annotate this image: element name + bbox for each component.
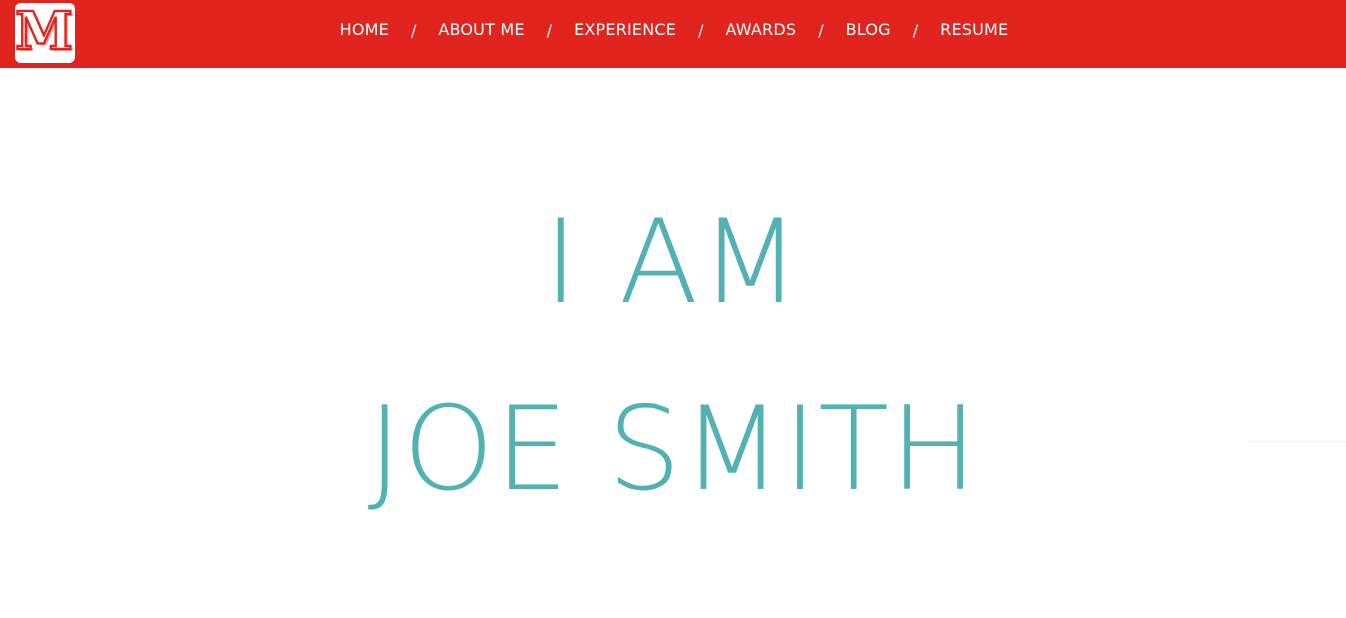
nav-home[interactable]: HOME (340, 20, 389, 40)
divider (1248, 441, 1346, 442)
hero-name-text: JOE SMITH (367, 382, 979, 517)
nav-awards[interactable]: AWARDS (725, 20, 796, 40)
nav-blog[interactable]: BLOG (846, 20, 891, 40)
nav-experience[interactable]: EXPERIENCE (574, 20, 676, 40)
hero-intro-text: I AM (543, 195, 803, 330)
nav-separator: / (912, 20, 919, 40)
nav-about-me[interactable]: ABOUT ME (438, 20, 524, 40)
main-nav: HOME / ABOUT ME / EXPERIENCE / AWARDS / … (0, 0, 1346, 68)
nav-separator: / (410, 20, 417, 40)
nav-separator: / (818, 20, 824, 40)
site-header: M M HOME / ABOUT ME / EXPERIENCE / AWARD… (0, 0, 1346, 68)
nav-resume[interactable]: RESUME (940, 20, 1008, 40)
nav-separator: / (698, 20, 704, 40)
nav-separator: / (546, 20, 553, 40)
